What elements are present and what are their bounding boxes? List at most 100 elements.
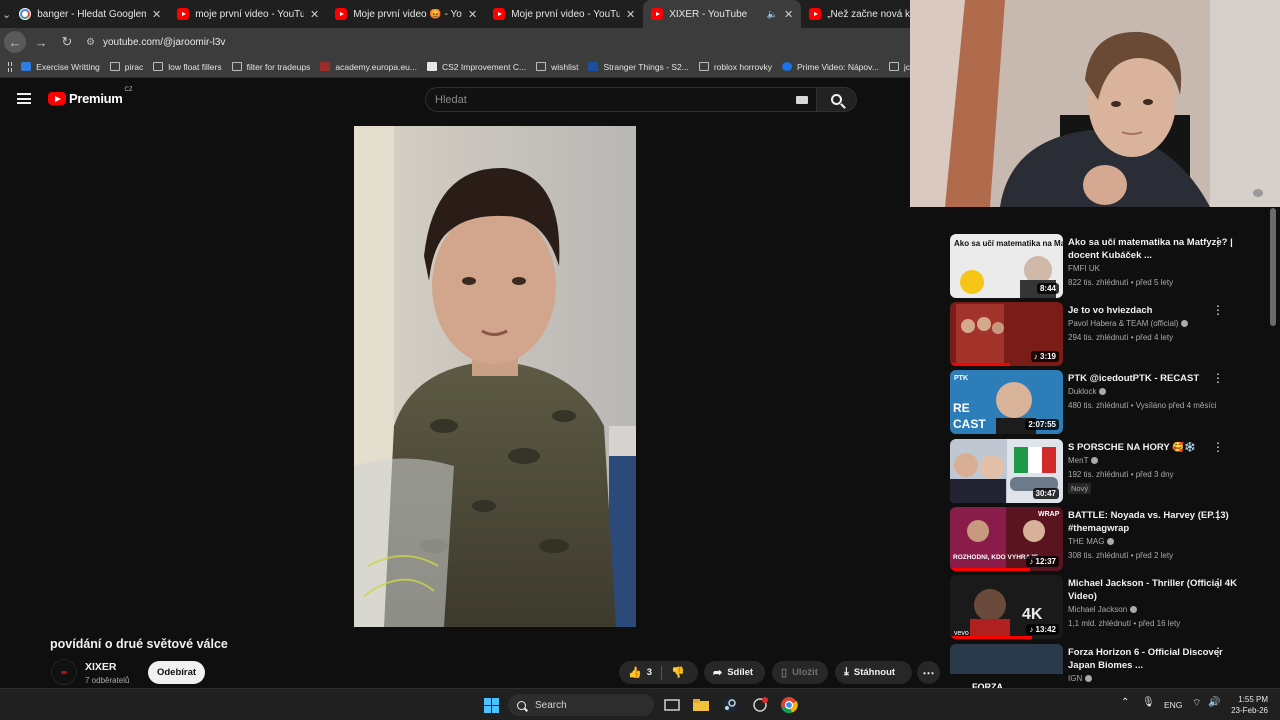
bookmark-folder[interactable]: filter for tradeups xyxy=(231,62,310,72)
recommendation-channel[interactable]: Michael Jackson xyxy=(1068,605,1138,614)
search-icon xyxy=(831,94,842,105)
recommendation-card[interactable]: 4K vevo ♪ 13:42 Michael Jackson - Thriller … xyxy=(950,575,1268,639)
close-icon[interactable]: ✕ xyxy=(784,8,793,21)
tab-search-button[interactable]: ⌄ xyxy=(2,2,11,26)
video-player[interactable] xyxy=(354,126,636,627)
browser-tab[interactable]: „Než začne nová kap xyxy=(801,0,910,28)
apps-grid-icon[interactable] xyxy=(8,61,12,72)
reload-button[interactable]: ↻ xyxy=(56,31,78,53)
app-icon[interactable] xyxy=(750,695,770,715)
bookmark-folder[interactable]: roblox horrovky xyxy=(698,62,772,72)
system-clock[interactable]: 1:55 PM 23-Feb-26 xyxy=(1224,694,1268,716)
more-options-icon[interactable]: ⋮ xyxy=(1212,509,1224,521)
scrollbar[interactable] xyxy=(1270,208,1276,688)
browser-tab[interactable]: Moje první video - YouTube ✕ xyxy=(485,0,643,28)
taskbar-search[interactable]: Search xyxy=(508,694,654,716)
bookmark-folder[interactable]: jc xyxy=(888,62,910,72)
download-button[interactable]: ⤓ Stáhnout xyxy=(835,661,912,684)
steam-icon[interactable] xyxy=(720,695,740,715)
windows-logo-icon xyxy=(483,697,499,713)
browser-tab[interactable]: banger - Hledat Googlem ✕ xyxy=(11,0,169,28)
dislike-button[interactable]: 👎 xyxy=(662,661,694,684)
bookmark[interactable]: academy.europa.eu... xyxy=(320,62,417,72)
forward-button[interactable]: → xyxy=(30,31,52,53)
menu-icon[interactable] xyxy=(17,93,31,104)
back-button[interactable]: ← xyxy=(4,31,26,53)
video-thumbnail[interactable]: Ako sa učí matematika na Matfyze 8:44 xyxy=(950,234,1063,298)
wifi-icon[interactable]: ⌔ xyxy=(1192,697,1201,710)
channel-name[interactable]: XIXER xyxy=(85,661,117,673)
video-thumbnail[interactable]: ROZHODNI, KDO VYHRAJE WRAP ♪ 12:37 xyxy=(950,507,1063,571)
video-thumbnail[interactable]: 30:47 xyxy=(950,439,1063,503)
recommendation-card[interactable]: ♪ 3:19 Je to vo hviezdach Pavol Habera & T… xyxy=(950,302,1268,366)
bookmark[interactable]: CS2 Improvement C... xyxy=(426,62,526,72)
close-icon[interactable]: ✕ xyxy=(310,8,319,21)
close-icon[interactable]: ✕ xyxy=(152,8,161,21)
search-button[interactable] xyxy=(817,87,857,112)
more-options-icon[interactable]: ⋮ xyxy=(1212,304,1224,316)
volume-icon[interactable]: 🔊 xyxy=(1208,697,1220,708)
more-options-icon[interactable]: ⋮ xyxy=(1212,236,1224,248)
chevron-up-icon[interactable]: ⌃ xyxy=(1121,697,1129,708)
steam-glyph xyxy=(723,698,737,712)
youtube-premium-logo[interactable]: Premium CZ xyxy=(48,87,133,106)
bookmarks-bar: Exercise Writting pirac low float filler… xyxy=(0,56,910,78)
bookmark-folder[interactable]: low float fillers xyxy=(153,62,222,72)
recommendation-channel[interactable]: FMFI UK xyxy=(1068,264,1100,273)
recommendation-card[interactable]: Ako sa učí matematika na Matfyze 8:44Ako … xyxy=(950,234,1268,298)
bookmark[interactable]: Exercise Writting xyxy=(21,62,100,72)
save-button[interactable]: ▯ Uložit xyxy=(772,661,828,684)
browser-tab[interactable]: Moje první video 😡 - YouTube ✕ xyxy=(327,0,485,28)
file-explorer-icon[interactable] xyxy=(691,695,711,715)
share-button[interactable]: ➦ Sdílet xyxy=(704,661,765,684)
watch-progress-bar xyxy=(950,568,1030,571)
recommendation-card[interactable]: ROZHODNI, KDO VYHRAJE WRAP ♪ 12:37 BATTLE: … xyxy=(950,507,1268,571)
keyboard-icon[interactable] xyxy=(796,95,808,104)
video-thumbnail[interactable]: RE CAST PTK 2:07:55 xyxy=(950,370,1063,434)
bookmark[interactable]: Stranger Things - S2... xyxy=(588,62,689,72)
url-field[interactable]: ⚙ youtube.com/@jaroomir-l3v xyxy=(86,31,904,53)
more-options-icon[interactable]: ⋮ xyxy=(1212,441,1224,453)
verified-icon xyxy=(1085,675,1093,682)
speaker-icon[interactable]: 🔈 xyxy=(767,9,778,20)
recommendation-card[interactable]: RE CAST PTK 2:07:55 PTK @icedoutPTK - RECAST… xyxy=(950,370,1268,434)
video-thumbnail[interactable]: ♪ 3:19 xyxy=(950,302,1063,366)
recommendation-channel[interactable]: MenT xyxy=(1068,456,1099,465)
bookmark-folder[interactable]: pirac xyxy=(109,62,143,72)
folder-icon xyxy=(153,62,164,71)
recommendation-channel[interactable]: Duklock xyxy=(1068,387,1107,396)
subscribe-button[interactable]: Odebírat xyxy=(148,661,205,684)
more-actions-button[interactable]: ⋯ xyxy=(917,661,940,684)
channel-name: MenT xyxy=(1068,456,1089,465)
bookmark-folder[interactable]: wishlist xyxy=(536,62,578,72)
recommendation-channel[interactable]: THE MAG xyxy=(1068,537,1115,546)
chrome-icon[interactable] xyxy=(779,695,799,715)
recommendation-card[interactable]: 30:47 S PORSCHE NA HORY 🥰❄️ MenT 192 tis. z… xyxy=(950,439,1268,503)
google-icon xyxy=(19,8,32,20)
search-input[interactable]: Hledat xyxy=(425,87,817,112)
scrollbar-thumb[interactable] xyxy=(1270,208,1276,326)
youtube-icon xyxy=(177,8,190,20)
browser-tab[interactable]: moje první video - YouTube ✕ xyxy=(169,0,327,28)
thumbs-up-icon: 👍 xyxy=(628,667,642,679)
recommendation-channel[interactable]: IGN xyxy=(1068,674,1093,683)
recommendation-channel[interactable]: Pavol Habera & TEAM (official) xyxy=(1068,319,1189,328)
thumb-caption: CAST xyxy=(953,417,986,431)
channel-avatar[interactable] xyxy=(51,659,77,685)
like-button[interactable]: 👍 3 xyxy=(619,661,661,684)
browser-tab-active[interactable]: XIXER - YouTube 🔈 ✕ xyxy=(643,0,802,28)
site-settings-icon[interactable]: ⚙ xyxy=(86,37,95,48)
microphone-icon[interactable]: 🎙 xyxy=(1142,697,1155,708)
new-badge: Nový xyxy=(1068,483,1092,494)
clock-date: 23-Feb-26 xyxy=(1231,706,1268,715)
bookmark[interactable]: Prime Video: Nápov... xyxy=(781,62,879,72)
more-options-icon[interactable]: ⋮ xyxy=(1212,646,1224,658)
more-options-icon[interactable]: ⋮ xyxy=(1212,372,1224,384)
close-icon[interactable]: ✕ xyxy=(626,8,635,21)
video-thumbnail[interactable]: 4K vevo ♪ 13:42 xyxy=(950,575,1063,639)
language-indicator[interactable]: ENG xyxy=(1164,700,1182,710)
more-options-icon[interactable]: ⋮ xyxy=(1212,577,1224,589)
start-button[interactable] xyxy=(481,695,501,715)
task-view-icon[interactable] xyxy=(662,695,682,715)
close-icon[interactable]: ✕ xyxy=(468,8,477,21)
